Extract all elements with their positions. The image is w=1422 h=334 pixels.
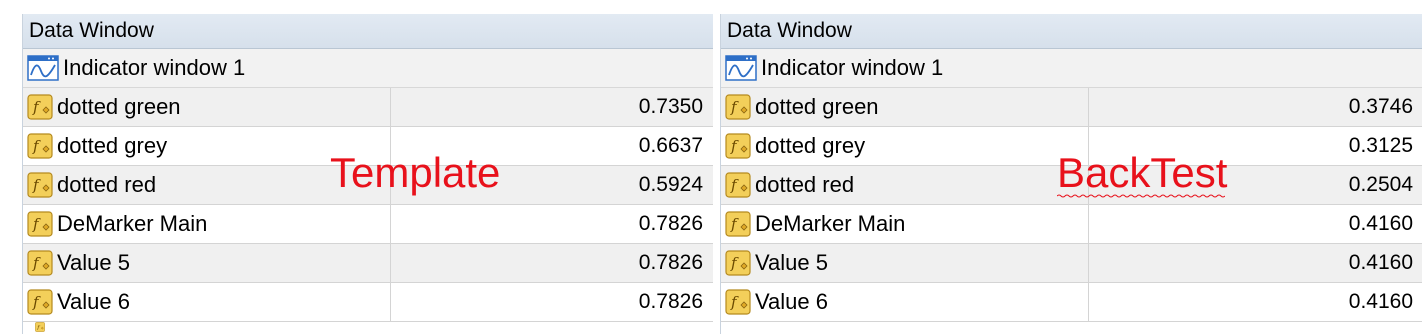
row-label: dotted green [57,94,181,119]
row-label: dotted grey [57,133,168,158]
row-label: Value 5 [755,250,828,275]
table-row[interactable]: Value 5 0.4160 [721,244,1422,283]
row-value: 0.7826 [638,290,703,313]
table-row[interactable]: Value 5 0.7826 [23,244,713,283]
indicator-window-group[interactable]: Indicator window 1 [721,49,1422,88]
row-value: 0.7350 [638,95,703,118]
table-row[interactable]: Value 6 0.4160 [721,283,1422,322]
indicator-window-group[interactable]: Indicator window 1 [23,49,713,88]
row-label: dotted grey [755,133,866,158]
function-icon [725,172,751,198]
row-label: DeMarker Main [57,211,208,236]
row-label: dotted red [57,172,157,197]
annotation-template: Template [330,149,501,196]
group-label: Indicator window 1 [63,55,246,80]
panel-title: Data Window [721,14,1422,49]
table-row[interactable]: Value 6 0.7826 [23,283,713,322]
row-label: DeMarker Main [755,211,906,236]
group-label: Indicator window 1 [761,55,944,80]
row-value: 0.7826 [638,251,703,274]
row-label: Value 6 [755,289,828,314]
function-icon [27,133,53,159]
table-row-partial [23,322,713,332]
function-icon [27,250,53,276]
table-row[interactable]: dotted green 0.7350 [23,88,713,127]
row-label: Value 6 [57,289,130,314]
row-value: 0.7826 [638,212,703,235]
function-icon [27,94,53,120]
panel-title: Data Window [23,14,713,49]
table-row[interactable]: dotted green 0.3746 [721,88,1422,127]
annotation-backtest: BackTest [1057,149,1228,198]
function-icon [725,133,751,159]
row-label: Value 5 [57,250,130,275]
table-row[interactable]: DeMarker Main 0.7826 [23,205,713,244]
spellcheck-squiggle [1057,194,1225,198]
indicator-window-icon [725,55,757,81]
row-value: 0.4160 [1348,212,1413,235]
annotation-backtest-text: BackTest [1057,149,1228,196]
function-icon [27,172,53,198]
row-value: 0.4160 [1348,290,1413,313]
row-label: dotted red [755,172,855,197]
row-value: 0.3746 [1348,95,1413,118]
function-icon [27,322,53,332]
indicator-window-icon [27,55,59,81]
row-value: 0.4160 [1348,251,1413,274]
row-label: dotted green [755,94,879,119]
function-icon [725,94,751,120]
function-icon [725,289,751,315]
function-icon [27,289,53,315]
table-row[interactable]: DeMarker Main 0.4160 [721,205,1422,244]
function-icon [27,211,53,237]
function-icon [725,250,751,276]
function-icon [725,211,751,237]
